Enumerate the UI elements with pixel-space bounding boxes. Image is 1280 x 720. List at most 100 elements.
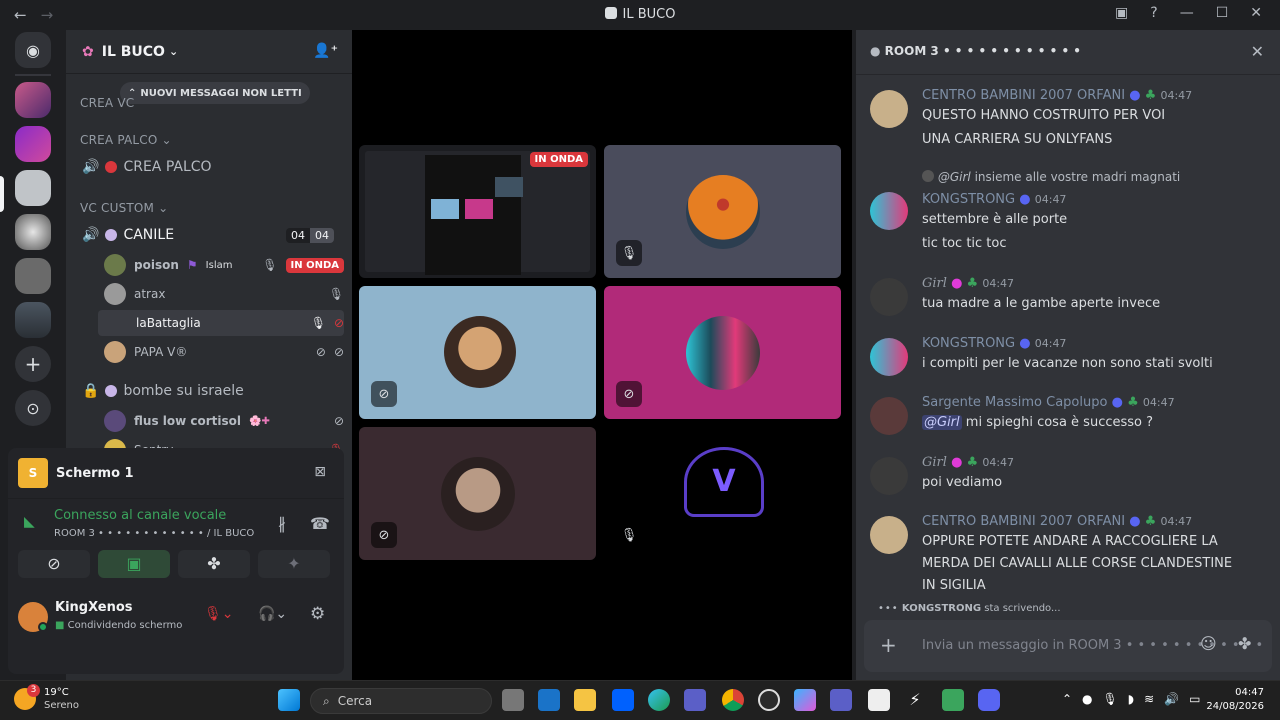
activities-button[interactable]: ✤ bbox=[178, 550, 250, 578]
screen-share-preview[interactable]: S Schermo 1 bbox=[18, 458, 134, 488]
store-icon[interactable] bbox=[684, 689, 706, 711]
user-name: flus low cortisol bbox=[134, 414, 242, 428]
add-attachment-icon[interactable]: + bbox=[880, 633, 897, 657]
signal-icon[interactable]: ◣ bbox=[24, 514, 35, 530]
unread-banner[interactable]: ⌃ NUOVI MESSAGGI NON LETTI bbox=[120, 82, 310, 104]
voice-user-papa-v[interactable]: PAPA V® ⊘ ⊘ bbox=[104, 339, 344, 365]
search-placeholder: Cerca bbox=[337, 694, 373, 708]
taskbar-search[interactable]: ⌕ Cerca bbox=[310, 688, 492, 714]
headphones-icon[interactable]: 🎧⌄ bbox=[258, 606, 287, 622]
user-status-text: Condividendo schermo bbox=[67, 620, 183, 631]
copilot-icon[interactable] bbox=[794, 689, 816, 711]
avatar[interactable] bbox=[870, 192, 908, 230]
app-bolt-icon[interactable]: ⚡ bbox=[904, 689, 926, 711]
avatar[interactable] bbox=[870, 457, 908, 495]
user-status: ■ Condividendo schermo bbox=[55, 620, 182, 631]
outlook-icon[interactable] bbox=[538, 689, 560, 711]
mic-muted-icon[interactable]: 🎙⌄ bbox=[204, 606, 234, 622]
chrome-icon[interactable] bbox=[722, 689, 744, 711]
avatar[interactable] bbox=[870, 278, 908, 316]
message-author[interactable]: Girl bbox=[922, 276, 947, 291]
clock[interactable]: 04:47 24/08/2026 bbox=[1206, 686, 1264, 714]
minimize-icon[interactable]: — bbox=[1180, 5, 1194, 21]
obs-icon[interactable] bbox=[758, 689, 780, 711]
maximize-icon[interactable]: ☐ bbox=[1216, 5, 1229, 21]
close-chat-icon[interactable]: ✕ bbox=[1251, 42, 1264, 61]
role-icon: ♣ bbox=[966, 455, 979, 470]
server-icon-1[interactable] bbox=[15, 82, 51, 118]
server-icon-il-buco[interactable] bbox=[15, 170, 51, 206]
message-author[interactable]: CENTRO BAMBINI 2007 ORFANI bbox=[922, 514, 1125, 529]
mention[interactable]: @Girl bbox=[922, 415, 962, 430]
participant-tile-5[interactable]: V 🎙 bbox=[604, 427, 841, 560]
server-icon-4[interactable] bbox=[15, 214, 51, 250]
voice-status[interactable]: Connesso al canale vocale bbox=[54, 508, 226, 523]
edge-icon[interactable] bbox=[648, 689, 670, 711]
participant-tile-1[interactable]: 🎙 bbox=[604, 145, 841, 278]
message-composer[interactable]: + Invia un messaggio in ROOM 3 • • • • •… bbox=[864, 620, 1272, 672]
category-crea-vc[interactable]: CREA VC bbox=[80, 96, 134, 110]
tray-icons[interactable]: ⌃●🎙◗≋🔊▭ bbox=[1062, 692, 1210, 706]
settings-gear-icon[interactable]: ⚙ bbox=[310, 604, 325, 624]
user-limit-badge: 04 04 bbox=[286, 227, 334, 243]
weather-widget[interactable]: 3 19°C Sereno bbox=[14, 684, 79, 712]
amazon-icon[interactable] bbox=[868, 689, 890, 711]
close-window-icon[interactable]: ✕ bbox=[1250, 5, 1262, 21]
role-icon: ♣ bbox=[966, 276, 979, 291]
channel-canile[interactable]: 🔊 CANILE 04 04 bbox=[82, 222, 342, 248]
channel-bombe-su-israele[interactable]: 🔒 bombe su israele bbox=[82, 378, 342, 404]
participant-tile-4[interactable]: ⊘ bbox=[359, 427, 596, 560]
file-explorer-icon[interactable] bbox=[574, 689, 596, 711]
server-icon-5[interactable] bbox=[15, 258, 51, 294]
voice-panel: S Schermo 1 ⊠ ◣ Connesso al canale vocal… bbox=[8, 448, 344, 674]
voice-user-atrax[interactable]: atrax 🎙 bbox=[104, 281, 344, 307]
apps-icon[interactable]: ✤ bbox=[1238, 634, 1251, 653]
noise-suppression-icon[interactable]: ∦ bbox=[278, 514, 286, 533]
message-author[interactable]: KONGSTRONG bbox=[922, 336, 1015, 351]
help-icon[interactable]: ? bbox=[1150, 5, 1157, 21]
message-author[interactable]: CENTRO BAMBINI 2007 ORFANI bbox=[922, 88, 1125, 103]
task-view-icon[interactable] bbox=[502, 689, 524, 711]
windows-start-icon[interactable] bbox=[278, 689, 300, 711]
voice-user-labattaglia[interactable]: laBattaglia 🎙 ⊘ bbox=[98, 310, 344, 336]
camera-off-icon: ⊘ bbox=[333, 316, 344, 330]
add-server-icon[interactable]: + bbox=[15, 346, 51, 382]
avatar[interactable] bbox=[870, 397, 908, 435]
server-header[interactable]: ✿ IL BUCO ⌄ 👤⁺ bbox=[66, 30, 352, 74]
category-crea-palco[interactable]: CREA PALCO ⌄ bbox=[80, 133, 172, 147]
invite-people-icon[interactable]: 👤⁺ bbox=[313, 43, 338, 59]
screen-share-button[interactable]: ▣ bbox=[98, 550, 170, 578]
voice-user-poison[interactable]: poison ⚑ Islam 🎙 IN ONDA bbox=[104, 252, 344, 278]
disconnect-icon[interactable]: ☎ bbox=[310, 514, 330, 533]
stream-tile[interactable]: IN ONDA bbox=[359, 145, 596, 278]
camera-button[interactable]: ⊘ bbox=[18, 550, 90, 578]
app-green-icon[interactable] bbox=[942, 689, 964, 711]
reply-avatar bbox=[922, 170, 934, 182]
dropbox-icon[interactable] bbox=[612, 689, 634, 711]
channel-crea-palco[interactable]: 🔊 CREA PALCO bbox=[82, 154, 342, 180]
message-author[interactable]: KONGSTRONG bbox=[922, 192, 1015, 207]
mic-muted-icon: ⊘ bbox=[371, 381, 397, 407]
teams-icon[interactable] bbox=[830, 689, 852, 711]
voice-room[interactable]: ROOM 3 • • • • • • • • • • • • / IL BUCO bbox=[54, 528, 254, 539]
message-author[interactable]: Girl bbox=[922, 455, 947, 470]
server-icon-6[interactable] bbox=[15, 302, 51, 338]
participant-tile-3[interactable]: ⊘ bbox=[604, 286, 841, 419]
discord-taskbar-icon[interactable] bbox=[978, 689, 1000, 711]
avatar[interactable] bbox=[870, 90, 908, 128]
explore-icon[interactable]: ⊙ bbox=[15, 390, 51, 426]
server-icon-2[interactable] bbox=[15, 126, 51, 162]
voice-user-flus[interactable]: flus low cortisol 🌸✚ ⊘ bbox=[104, 408, 344, 434]
avatar[interactable] bbox=[870, 516, 908, 554]
user-name[interactable]: KingXenos bbox=[55, 600, 133, 615]
participant-tile-2[interactable]: ⊘ bbox=[359, 286, 596, 419]
avatar[interactable] bbox=[870, 338, 908, 376]
message-author[interactable]: Sargente Massimo Capolupo bbox=[922, 395, 1107, 410]
emoji-icon[interactable]: ☺ bbox=[1200, 634, 1217, 653]
category-vc-custom[interactable]: VC CUSTOM ⌄ bbox=[80, 201, 168, 215]
stop-stream-icon[interactable]: ⊠ bbox=[314, 464, 326, 480]
inbox-icon[interactable]: ▣ bbox=[1115, 5, 1128, 21]
soundboard-button[interactable]: ✦ bbox=[258, 550, 330, 578]
reply-preview[interactable]: @Girl insieme alle vostre madri magnati bbox=[922, 170, 1180, 184]
discord-home-icon[interactable]: ◉ bbox=[15, 32, 51, 68]
